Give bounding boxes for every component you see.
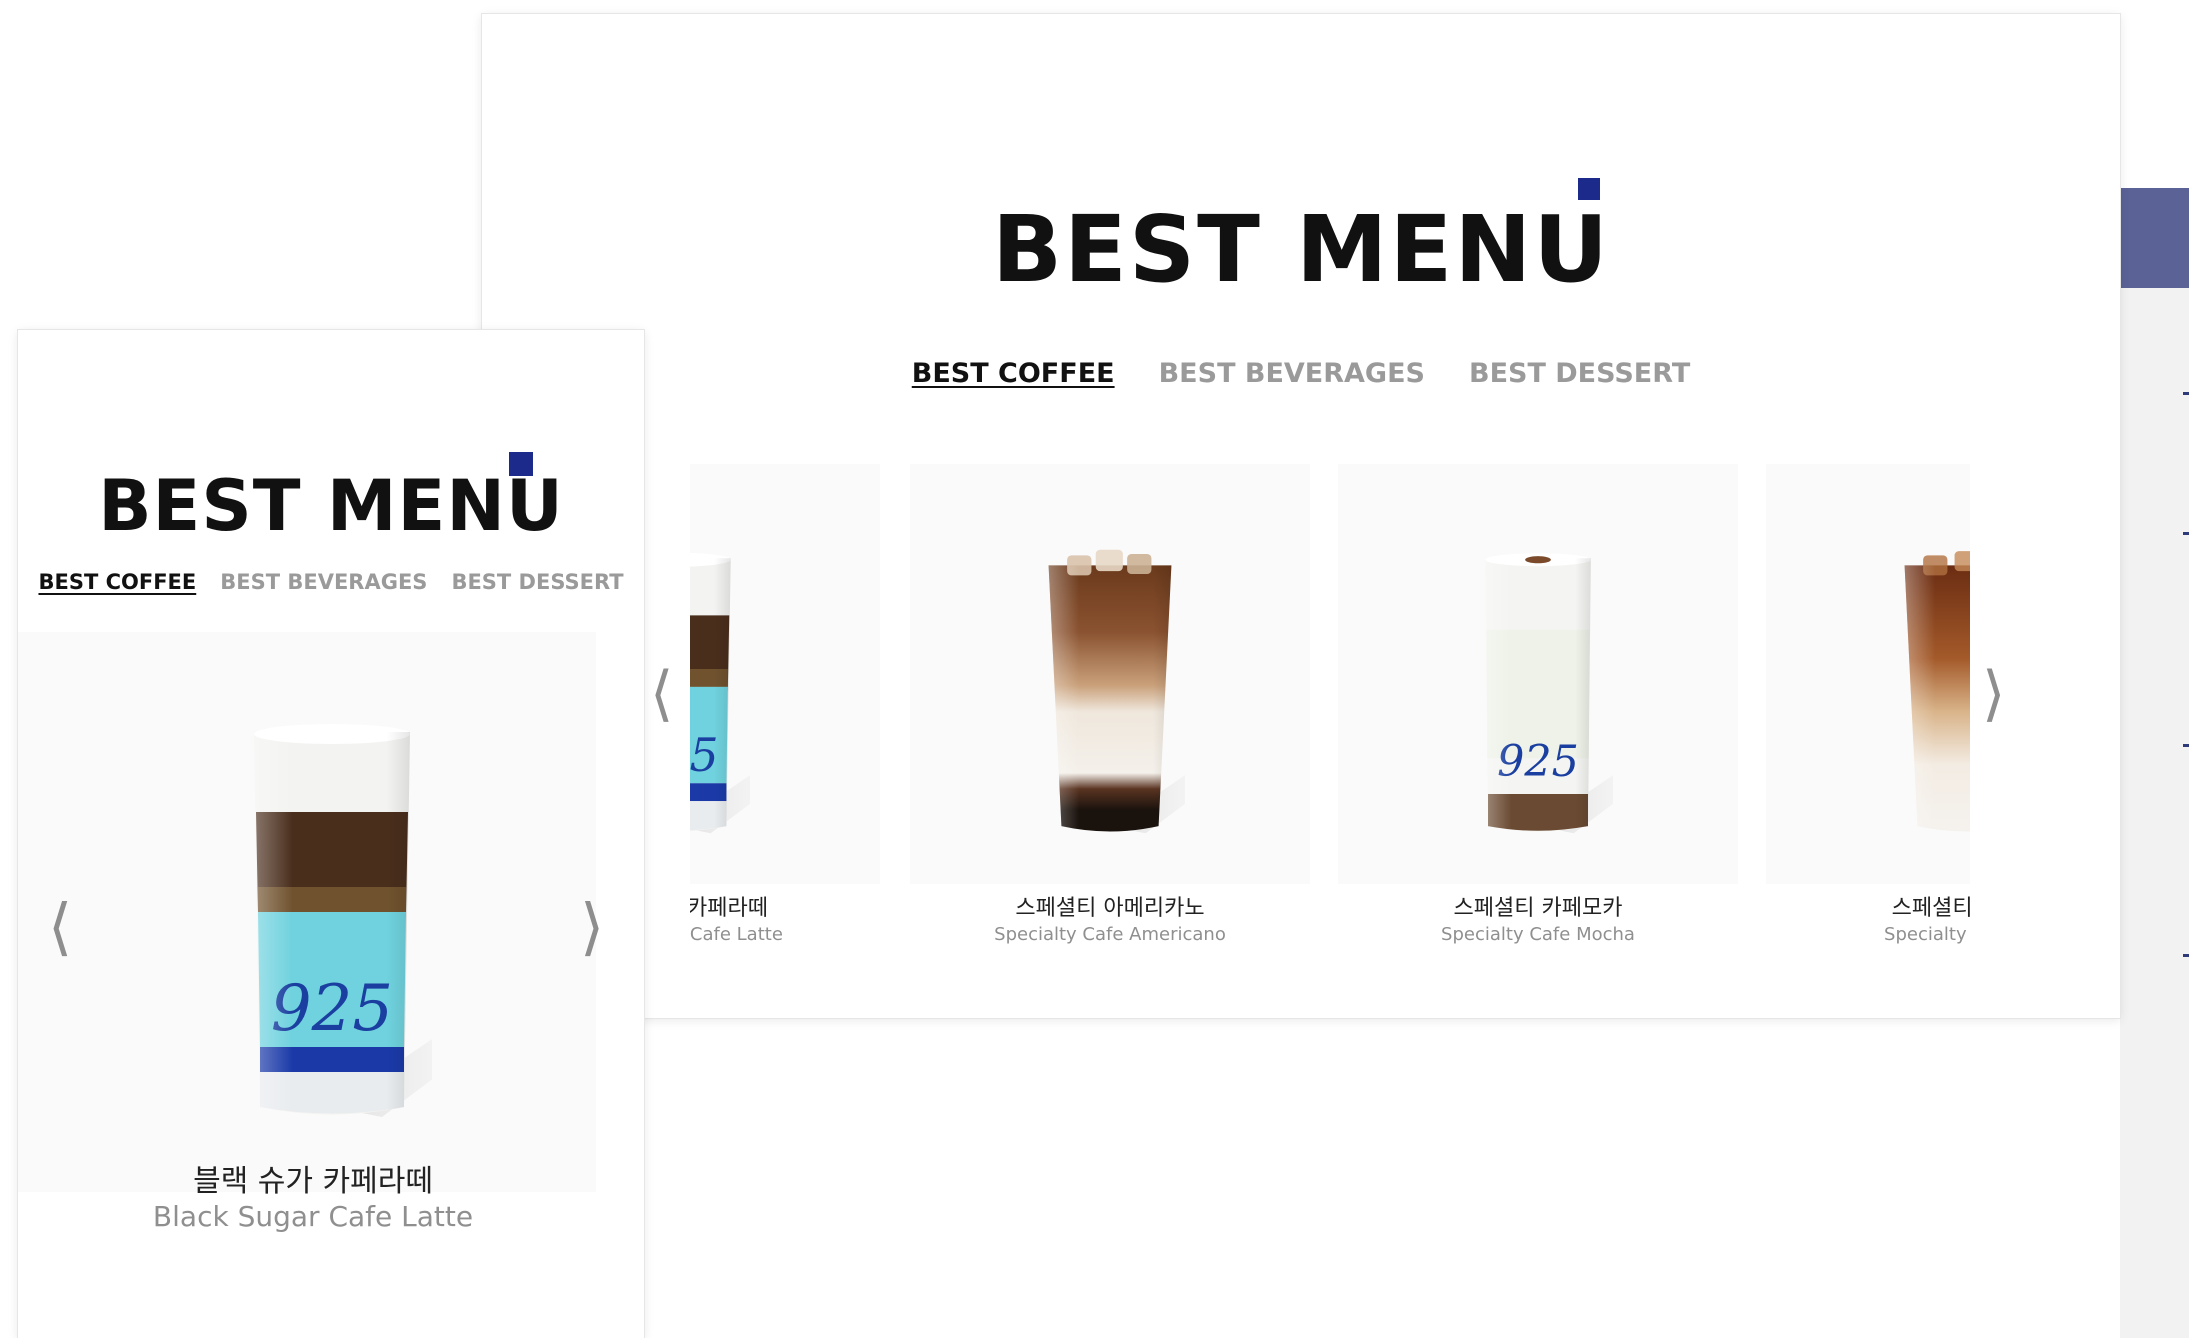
product-name-en: Specialty Caramel [1884,924,1970,945]
title-accent-square [509,452,533,476]
carousel-next-button[interactable]: ⟩ [580,896,604,958]
side-panel-header [2120,188,2189,288]
mobile-preview: BEST MENU BEST COFFEE BEST BEVERAGES BES… [18,330,644,1338]
carousel-prev-button[interactable]: ⟨ [48,896,72,958]
menu-tabs: BEST COFFEE BEST BEVERAGES BEST DESSERT [18,570,644,594]
desktop-preview: BEST MENU BEST COFFEE BEST BEVERAGES BES… [482,14,2120,1018]
carousel-next-button[interactable]: ⟩ [1982,664,2005,724]
product-name-ko: 블랙 슈가 카페라떼 [193,1164,433,1199]
drink-image [690,544,750,844]
menu-item[interactable]: 스페셜티 카페모카 Specialty Cafe Mocha [1338,464,1738,945]
product-name-ko: 스페셜티 카라멜 [1891,896,1970,921]
side-panel-tick [2183,532,2189,535]
tab-best-coffee[interactable]: BEST COFFEE [912,358,1115,389]
product-name-en: Black Sugar Cafe Latte [152,1200,474,1233]
product-photo [1766,464,1970,884]
product-photo [18,632,596,1192]
side-panel-tick [2183,954,2189,957]
side-panel [2120,188,2189,1338]
product-name-en: Specialty Cafe Americano [994,924,1226,945]
drink-image [1035,544,1185,844]
title-accent-square [1578,178,1600,200]
drink-image [1891,544,1970,844]
tab-best-coffee[interactable]: BEST COFFEE [38,570,196,594]
carousel-prev-button[interactable]: ⟨ [650,664,673,724]
product-name-ko: 블랙 슈가 카페라떼 [690,896,768,921]
menu-item[interactable]: 스페셜티 아메리카노 Specialty Cafe Americano [910,464,1310,945]
menu-item[interactable]: 스페셜티 카라멜 Specialty Caramel [1766,464,1970,945]
product-name-en: Black Sugar Cafe Latte [690,924,783,945]
product-name-en: Specialty Cafe Mocha [1441,924,1635,945]
product-photo [690,464,880,884]
tab-best-beverages[interactable]: BEST BEVERAGES [220,570,427,594]
carousel-viewport: 블랙 슈가 카페라떼 Black Sugar Cafe Latte 스페셜티 아… [690,464,1970,984]
menu-item[interactable]: 블랙 슈가 카페라떼 Black Sugar Cafe Latte [690,464,880,945]
product-photo [1338,464,1738,884]
product-name-ko: 스페셜티 아메리카노 [1015,896,1205,921]
tab-best-dessert[interactable]: BEST DESSERT [451,570,623,594]
product-name-ko: 스페셜티 카페모카 [1453,896,1623,921]
product-photo [910,464,1310,884]
tab-best-beverages[interactable]: BEST BEVERAGES [1159,358,1425,389]
drink-image [1463,544,1613,844]
side-panel-tick [2183,744,2189,747]
page-title: BEST MENU [98,465,564,547]
page-title: BEST MENU [991,196,1611,303]
menu-tabs: BEST COFFEE BEST BEVERAGES BEST DESSERT [482,358,2120,389]
tab-best-dessert[interactable]: BEST DESSERT [1469,358,1690,389]
drink-image [232,712,432,1132]
side-panel-tick [2183,392,2189,395]
